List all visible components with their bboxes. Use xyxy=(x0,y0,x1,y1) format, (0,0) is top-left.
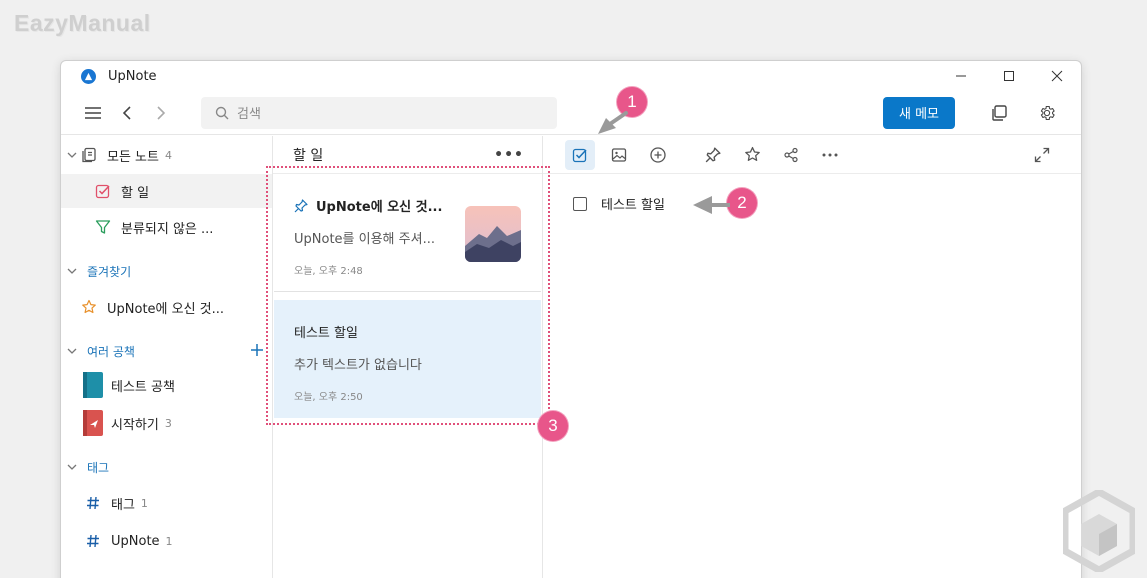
back-icon[interactable] xyxy=(113,99,141,127)
note-card[interactable]: UpNote에 오신 것... UpNote를 이용해 주셔... 오늘, 오후… xyxy=(274,176,541,292)
notes-icon xyxy=(79,147,99,163)
annotation-badge-3: 3 xyxy=(538,411,568,441)
sidebar-item-label: 모든 노트 xyxy=(107,149,159,165)
editor-toolbar xyxy=(543,136,1081,174)
checkbox-checked-icon xyxy=(93,183,113,199)
chevron-down-icon[interactable] xyxy=(67,152,79,158)
chevron-down-icon[interactable] xyxy=(67,464,79,470)
minimize-button[interactable] xyxy=(937,61,985,91)
new-memo-button[interactable]: 새 메모 xyxy=(883,96,955,129)
more-options-icon[interactable]: ••• xyxy=(494,147,524,163)
menu-icon[interactable] xyxy=(79,99,107,127)
hashtag-icon xyxy=(83,534,103,548)
share-icon[interactable] xyxy=(776,140,806,170)
sidebar-item-label: UpNote xyxy=(111,533,160,549)
star-icon xyxy=(79,299,99,315)
sidebar-item-todo[interactable]: 할 일 xyxy=(61,174,272,208)
close-button[interactable] xyxy=(1033,61,1081,91)
sidebar-item-all-notes[interactable]: 모든 노트 4 xyxy=(61,138,272,172)
hashtag-icon xyxy=(83,496,103,510)
note-list-header: 할 일 ••• xyxy=(273,136,542,174)
note-title: UpNote에 오신 것... xyxy=(316,200,443,215)
search-placeholder: 검색 xyxy=(237,107,261,122)
note-list: 할 일 ••• UpNote에 오신 것... UpNote를 이용해 주셔..… xyxy=(273,136,543,578)
duplicate-window-icon[interactable] xyxy=(985,99,1013,127)
sidebar-item-tag[interactable]: 태그 1 xyxy=(61,486,272,520)
note-time: 오늘, 오후 2:50 xyxy=(294,392,363,403)
note-list-title: 할 일 xyxy=(293,147,324,164)
add-circle-icon[interactable] xyxy=(643,140,673,170)
pin-icon xyxy=(294,198,308,213)
note-preview: 추가 텍스트가 없습니다 xyxy=(294,358,422,373)
annotation-arrow-1 xyxy=(598,111,628,134)
sidebar-section-favorites[interactable]: 즐겨찾기 xyxy=(61,254,272,288)
editor: 테스트 할일 xyxy=(543,136,1081,578)
tag-count: 1 xyxy=(140,496,148,510)
note-count: 3 xyxy=(164,416,172,430)
star-icon[interactable] xyxy=(737,140,767,170)
todo-item: 테스트 할일 xyxy=(573,194,665,213)
checklist-icon[interactable] xyxy=(565,139,595,170)
note-thumbnail xyxy=(465,206,521,262)
sidebar-item-label: 태그 xyxy=(111,497,135,513)
image-icon[interactable] xyxy=(604,140,634,170)
corner-logo-icon xyxy=(1063,490,1135,572)
sidebar-item-uncategorized[interactable]: 분류되지 않은 ... xyxy=(61,210,272,244)
section-header: 여러 공책 xyxy=(87,344,135,359)
search-icon xyxy=(215,106,229,119)
sidebar-item-label: 할 일 xyxy=(121,185,150,201)
top-toolbar: 검색 새 메모 xyxy=(61,91,1081,135)
sidebar-section-notebooks[interactable]: 여러 공책 xyxy=(61,334,272,368)
sidebar-section-tags[interactable]: 태그 xyxy=(61,450,272,484)
sidebar-item-favorite[interactable]: UpNote에 오신 것... xyxy=(61,290,272,324)
sidebar-item-label: 테스트 공책 xyxy=(111,379,175,395)
more-options-icon[interactable] xyxy=(815,140,845,170)
sidebar-item-notebook[interactable]: 시작하기 3 xyxy=(61,406,272,440)
note-time: 오늘, 오후 2:48 xyxy=(294,266,363,277)
todo-checkbox[interactable] xyxy=(573,196,587,211)
section-header: 즐겨찾기 xyxy=(87,264,132,279)
watermark: EazyManual xyxy=(14,10,151,36)
chevron-down-icon[interactable] xyxy=(67,268,79,274)
maximize-button[interactable] xyxy=(985,61,1033,91)
forward-icon[interactable] xyxy=(147,99,175,127)
notebook-cover-icon xyxy=(83,410,103,436)
add-notebook-icon[interactable] xyxy=(250,341,264,362)
notebook-cover-icon xyxy=(83,372,103,398)
chevron-down-icon[interactable] xyxy=(67,348,79,354)
note-count: 4 xyxy=(164,148,172,162)
sidebar-item-notebook[interactable]: 테스트 공책 xyxy=(61,368,272,402)
todo-text[interactable]: 테스트 할일 xyxy=(601,194,665,213)
note-card-selected[interactable]: 테스트 할일 추가 텍스트가 없습니다 오늘, 오후 2:50 xyxy=(274,300,541,418)
sidebar-item-label: 분류되지 않은 ... xyxy=(121,221,214,237)
sidebar: 모든 노트 4 할 일 분류되지 않은 ... 즐겨찾기 UpNote에 오신 … xyxy=(61,136,273,578)
pin-icon[interactable] xyxy=(698,140,728,170)
expand-icon[interactable] xyxy=(1027,140,1057,170)
search-input[interactable]: 검색 xyxy=(201,96,557,129)
section-header: 태그 xyxy=(87,460,110,475)
note-title: 테스트 할일 xyxy=(294,326,358,341)
app-window: UpNote 검색 새 메모 모든 노트 4 할 일 분류되지 않은 ... 즐… xyxy=(60,60,1082,578)
sidebar-item-label: UpNote에 오신 것... xyxy=(107,301,225,317)
title-bar: UpNote xyxy=(61,61,1081,91)
sidebar-item-label: 시작하기 xyxy=(111,417,159,433)
window-title: UpNote xyxy=(108,68,157,84)
sidebar-item-tag[interactable]: UpNote 1 xyxy=(61,524,272,558)
gear-icon[interactable] xyxy=(1033,99,1061,127)
upnote-logo-icon xyxy=(81,68,96,84)
filter-icon xyxy=(93,219,113,235)
tag-count: 1 xyxy=(165,534,173,548)
annotation-arrow-2 xyxy=(693,196,730,214)
